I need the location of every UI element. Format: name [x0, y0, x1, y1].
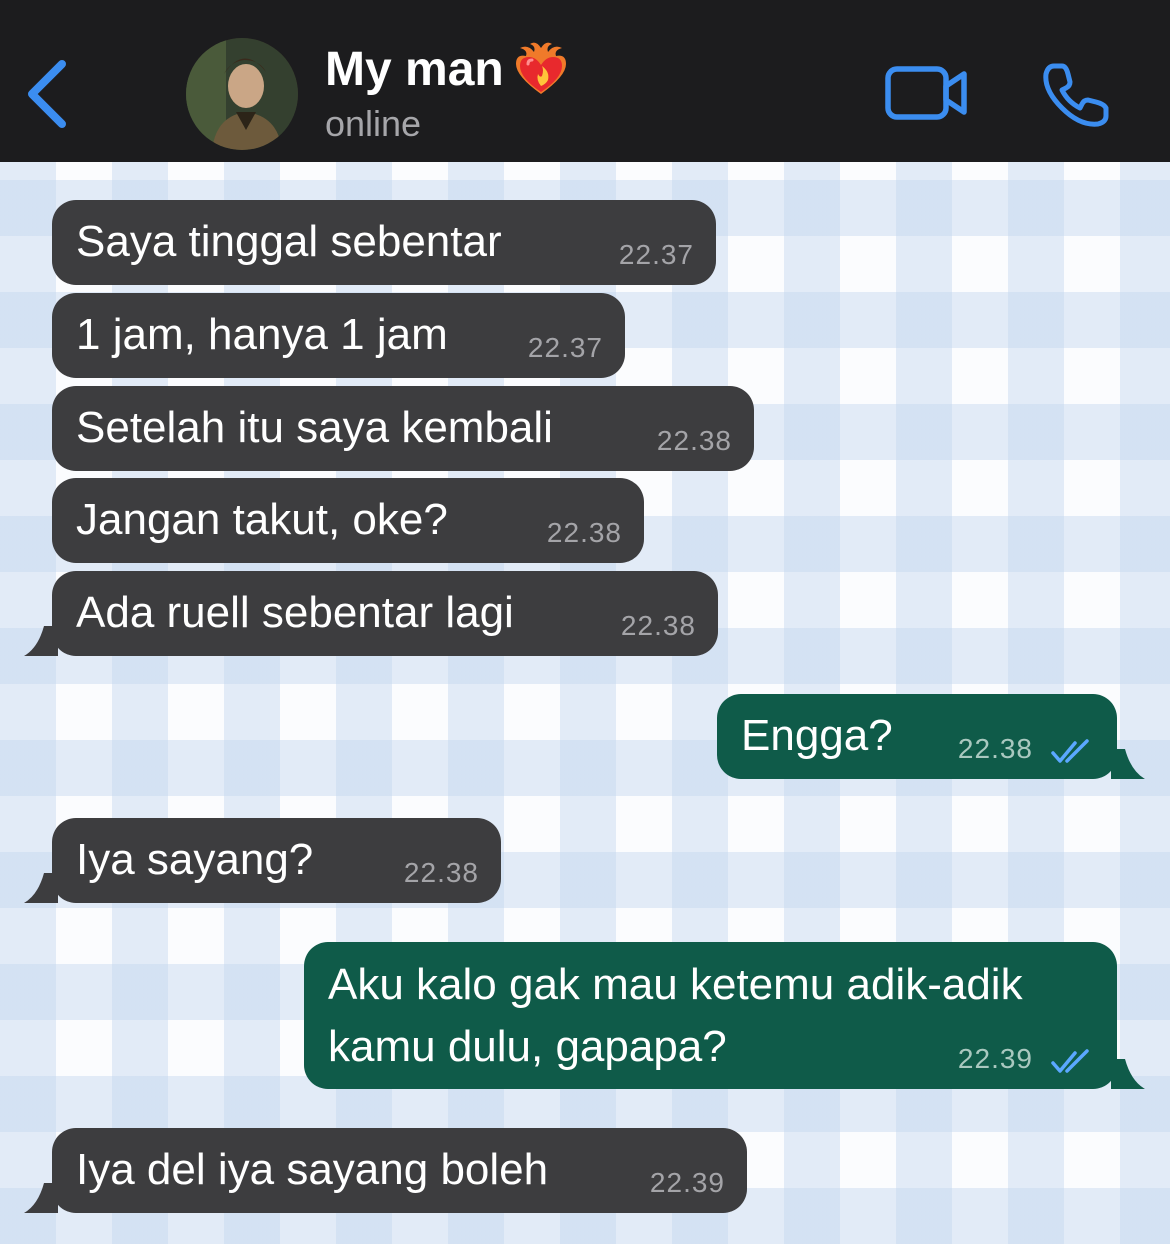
message-time: 22.38	[620, 610, 696, 641]
message-bubble-incoming[interactable]: Ada ruell sebentar lagi 22.38	[24, 571, 718, 656]
message-bubble-incoming[interactable]: Iya del iya sayang boleh 22.39	[24, 1128, 747, 1213]
message-bubble-incoming[interactable]: 1 jam, hanya 1 jam 22.37	[52, 293, 625, 378]
message-text: 1 jam, hanya 1 jam	[76, 310, 448, 359]
message-text: Iya sayang?	[76, 835, 314, 884]
double-check-icon	[1051, 739, 1089, 763]
message-text: Jangan takut, oke?	[76, 495, 448, 544]
message-time: 22.38	[546, 517, 622, 548]
message-text: Iya del iya sayang boleh	[76, 1145, 549, 1194]
double-check-icon	[1051, 1049, 1089, 1073]
message-text: Engga?	[741, 711, 893, 760]
chevron-left-icon	[28, 60, 66, 128]
message-time: 22.38	[403, 857, 479, 888]
message-time: 22.39	[649, 1167, 725, 1198]
message-bubble-incoming[interactable]: Setelah itu saya kembali 22.38	[52, 386, 754, 471]
video-call-button[interactable]	[884, 64, 970, 122]
message-text: Setelah itu saya kembali	[76, 403, 553, 452]
bubble-tail	[24, 873, 58, 903]
message-time: 22.37	[527, 332, 603, 363]
heart-on-fire-icon	[516, 42, 567, 94]
video-camera-icon	[885, 66, 967, 120]
message-bubble-incoming[interactable]: Saya tinggal sebentar 22.37	[52, 200, 716, 285]
message-text: Aku kalo gak mau ketemu adik-adik kamu d…	[328, 960, 1023, 1071]
message-time: 22.37	[618, 239, 694, 270]
voice-call-button[interactable]	[1040, 60, 1112, 130]
message-bubble-outgoing[interactable]: Engga? 22.38	[717, 694, 1145, 779]
message-bubble-incoming[interactable]: Jangan takut, oke? 22.38	[52, 478, 644, 563]
bubble-tail	[1111, 1059, 1145, 1089]
message-text: Saya tinggal sebentar	[76, 217, 502, 266]
message-bubble-incoming[interactable]: Iya sayang? 22.38	[24, 818, 501, 903]
message-time: 22.38	[656, 425, 732, 456]
message-time: 22.39	[957, 1043, 1033, 1074]
contact-avatar[interactable]	[186, 38, 298, 150]
chat-header: My man online	[0, 0, 1170, 162]
message-text: Ada ruell sebentar lagi	[76, 588, 514, 637]
bubble-tail	[24, 626, 58, 656]
bubble-tail	[24, 1183, 58, 1213]
message-bubble-outgoing[interactable]: Aku kalo gak mau ketemu adik-adik kamu d…	[304, 942, 1145, 1089]
message-time: 22.38	[957, 733, 1033, 764]
contact-info[interactable]: My man online	[325, 40, 570, 146]
bubble-tail	[1111, 749, 1145, 779]
contact-status: online	[325, 103, 422, 144]
contact-name: My man	[325, 43, 504, 96]
phone-icon	[1043, 63, 1109, 127]
avatar-photo	[186, 38, 298, 150]
message-list[interactable]: Saya tinggal sebentar 22.37 1 jam, hanya…	[0, 162, 1170, 1244]
back-button[interactable]	[18, 56, 78, 132]
